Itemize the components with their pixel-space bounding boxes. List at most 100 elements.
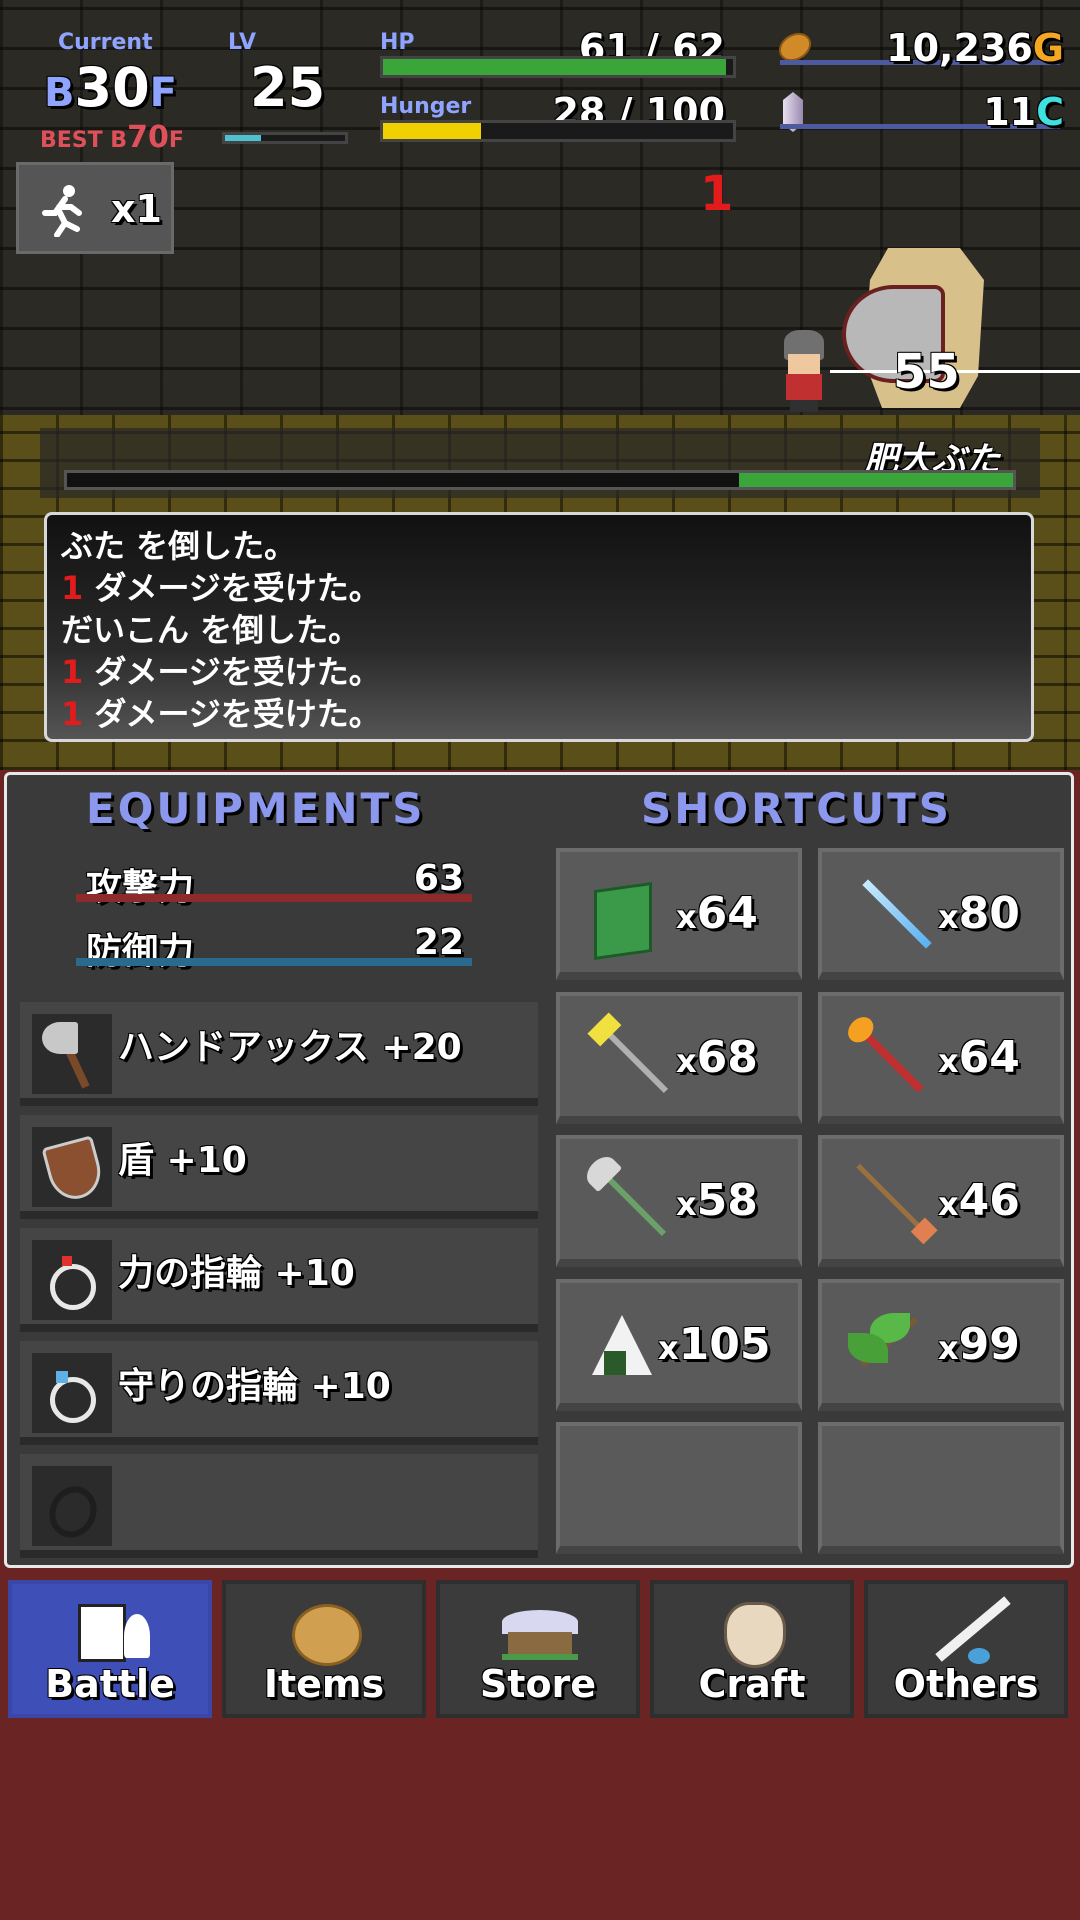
hero-sprite — [776, 330, 832, 412]
tab-label: Battle — [45, 1662, 175, 1706]
crystal-value: 11 — [983, 90, 1037, 134]
enemy-hp-bar — [64, 470, 1016, 490]
empty-ring-slot-icon — [32, 1466, 112, 1546]
green-book-icon — [594, 881, 652, 961]
log-text: ダメージを受けた。 — [83, 695, 381, 733]
poleaxe-icon — [581, 1151, 667, 1237]
rice-ball-icon — [592, 1315, 652, 1375]
log-damage-number: 1 — [61, 569, 84, 607]
hp-label: HP — [380, 30, 415, 55]
bottom-filler — [0, 1718, 1080, 1920]
shortcut-slot-7[interactable]: x105 — [556, 1279, 802, 1411]
tab-others[interactable]: Others — [864, 1580, 1068, 1718]
defense-value: 22 — [413, 922, 464, 963]
hand-axe-icon — [32, 1014, 112, 1094]
equipments-title: EQUIPMENTS — [86, 784, 426, 833]
shortcut-slot-4[interactable]: x64 — [818, 992, 1064, 1124]
running-man-icon — [42, 185, 82, 237]
arrow-icon — [856, 1163, 938, 1245]
speed-label: x1 — [111, 187, 162, 231]
shortcut-count: x58 — [676, 1175, 758, 1226]
tab-label: Items — [263, 1662, 385, 1706]
shortcut-count: x99 — [938, 1319, 1020, 1370]
hunger-bar — [380, 120, 736, 142]
guard-ring-icon — [32, 1353, 112, 1433]
shortcut-slot-1[interactable]: x64 — [556, 848, 802, 980]
shortcut-slot-2[interactable]: x80 — [818, 848, 1064, 980]
shortcut-slot-6[interactable]: x46 — [818, 1135, 1064, 1267]
shortcut-slot-3[interactable]: x68 — [556, 992, 802, 1124]
equip-slot-empty[interactable] — [20, 1454, 538, 1558]
tab-battle[interactable]: Battle — [8, 1580, 212, 1718]
log-line: 1 ダメージを受けた。 — [61, 693, 1017, 735]
shortcut-slot-5[interactable]: x58 — [556, 1135, 802, 1267]
shield-icon — [32, 1127, 112, 1207]
equip-slot-weapon[interactable]: ハンドアックス +20 — [20, 1002, 538, 1106]
shortcut-slot-empty-1[interactable] — [556, 1422, 802, 1554]
defense-label: 防御力 — [86, 931, 195, 972]
floor-prefix: B — [44, 70, 75, 116]
tab-label: Craft — [698, 1662, 806, 1706]
log-line: 1 ダメージを受けた。 — [61, 651, 1017, 693]
herb-icon — [844, 1309, 924, 1389]
best-label: BEST B — [40, 128, 128, 153]
log-text: ダメージを受けた。 — [83, 569, 381, 607]
equip-slot-shield[interactable]: 盾 +10 — [20, 1115, 538, 1219]
current-floor: B30F — [44, 56, 177, 119]
item-bag-icon — [292, 1604, 362, 1666]
log-line: ぶた を倒した。 — [61, 525, 1017, 567]
shortcut-slot-8[interactable]: x99 — [818, 1279, 1064, 1411]
enemy-hp-fill — [738, 473, 1013, 487]
battle-figure-icon — [124, 1614, 150, 1658]
best-number: 70 — [127, 120, 169, 155]
log-text: ぶた を倒した。 — [61, 527, 297, 565]
battle-log: ぶた を倒した。 1 ダメージを受けた。 だいこん を倒した。 1 ダメージを受… — [44, 512, 1034, 742]
shortcut-slot-empty-2[interactable] — [818, 1422, 1064, 1554]
attack-value: 63 — [413, 858, 464, 899]
damage-popup-red: 1 — [700, 166, 734, 222]
equip-slot-ring-1[interactable]: 力の指輪 +10 — [20, 1228, 538, 1332]
log-text: ダメージを受けた。 — [83, 653, 381, 691]
tab-items[interactable]: Items — [222, 1580, 426, 1718]
attack-underline — [76, 894, 472, 902]
shortcut-count: x68 — [676, 1032, 758, 1083]
floor-number: 30 — [74, 56, 150, 119]
best-floor: BEST B70F — [40, 120, 184, 155]
damage-popup-white: 55 — [893, 344, 960, 400]
speed-toggle-button[interactable]: x1 — [16, 162, 174, 254]
best-suffix: F — [168, 128, 184, 153]
crystal-unit: C — [1036, 90, 1064, 134]
hunger-label: Hunger — [380, 94, 472, 119]
equip-slot-label: 力の指輪 +10 — [118, 1253, 355, 1294]
crystal-amount: 11C — [830, 90, 1064, 134]
hunger-bar-fill — [383, 123, 481, 139]
equip-slot-label: ハンドアックス +20 — [118, 1027, 462, 1068]
gold-value: 10,236 — [886, 26, 1033, 70]
shortcut-count: x80 — [938, 888, 1020, 939]
equip-slot-ring-2[interactable]: 守りの指輪 +10 — [20, 1341, 538, 1445]
ice-sword-icon — [862, 879, 932, 949]
gold-unit: G — [1032, 26, 1064, 70]
level-label: LV — [228, 30, 257, 55]
shortcut-count: x46 — [938, 1175, 1020, 1226]
power-ring-icon — [32, 1240, 112, 1320]
equip-slot-label: 守りの指輪 +10 — [118, 1366, 391, 1407]
hp-bar-fill — [383, 59, 726, 75]
tab-craft[interactable]: Craft — [650, 1580, 854, 1718]
tab-store[interactable]: Store — [436, 1580, 640, 1718]
fire-staff-icon — [843, 1012, 924, 1093]
attack-label: 攻撃力 — [86, 867, 195, 908]
shortcut-count: x105 — [658, 1319, 771, 1370]
log-damage-number: 1 — [61, 653, 84, 691]
shortcuts-title: SHORTCUTS — [641, 784, 953, 833]
level-value: 25 — [250, 56, 326, 119]
current-floor-label: Current — [58, 30, 153, 55]
log-line: だいこん を倒した。 — [61, 609, 1017, 651]
battle-scroll-icon — [78, 1604, 126, 1662]
thunder-trident-icon — [587, 1012, 669, 1094]
level-exp-fill — [225, 135, 261, 141]
hp-bar — [380, 56, 736, 78]
log-text: だいこん を倒した。 — [61, 611, 361, 649]
tab-label: Store — [479, 1662, 597, 1706]
floor-suffix: F — [149, 70, 177, 116]
